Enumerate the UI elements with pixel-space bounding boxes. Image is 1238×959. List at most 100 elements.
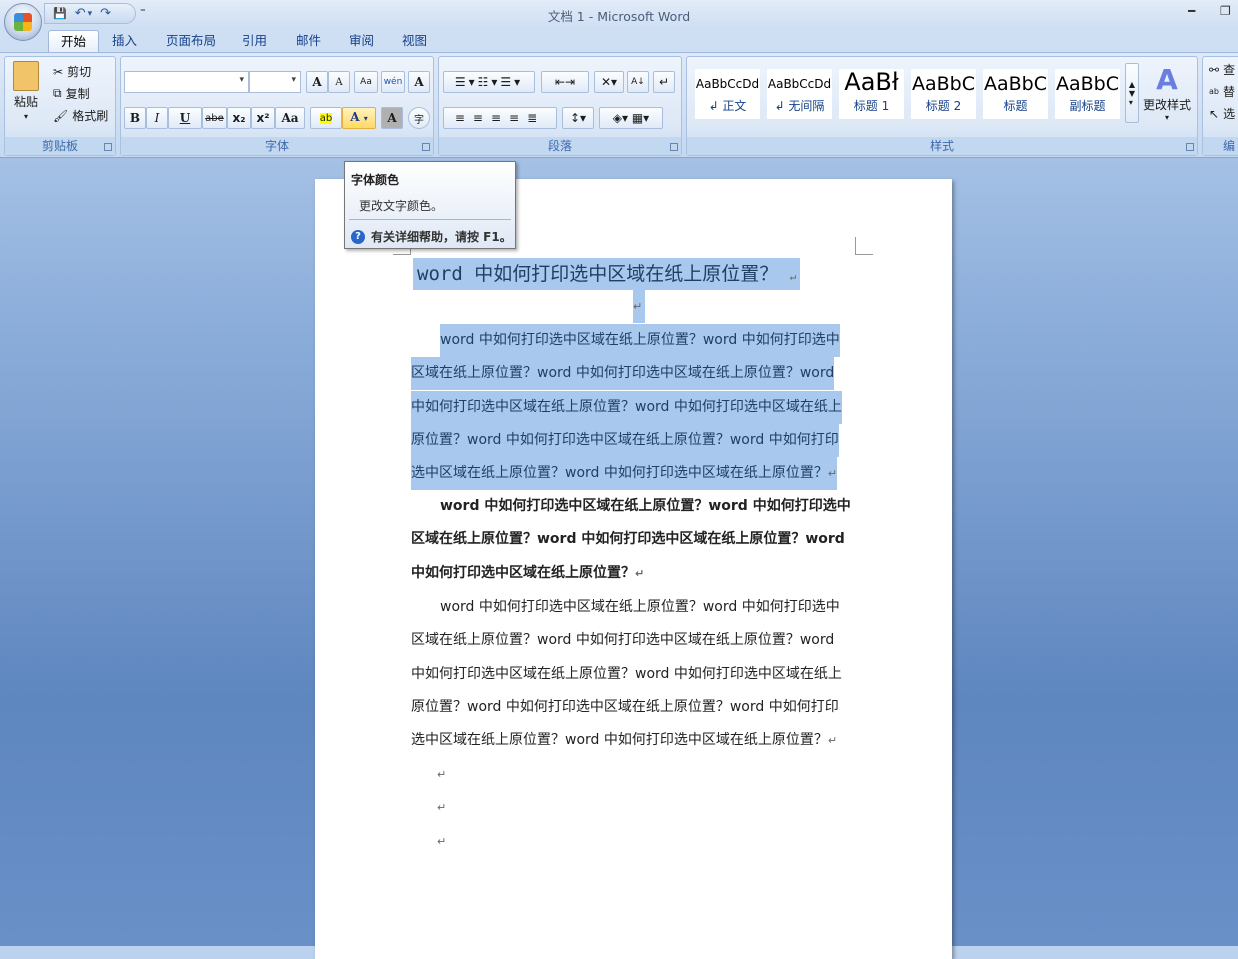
underline-button[interactable]: U bbox=[168, 107, 202, 129]
font-color-button[interactable]: A ▾ bbox=[342, 107, 376, 129]
paragraph-mark: ↵ bbox=[789, 270, 797, 283]
alignment-buttons[interactable]: ≡≡≡≡≣ bbox=[443, 107, 557, 129]
font-name-combo[interactable] bbox=[124, 71, 249, 93]
format-painter-button[interactable]: 🖌 格式刷 bbox=[53, 107, 108, 124]
tooltip-help-text: 有关详细帮助，请按 F1。 bbox=[371, 230, 512, 244]
paragraph-line: 中如何打印选中区域在纸上原位置？word 中如何打印选中区域在纸上 bbox=[411, 390, 842, 424]
quick-access-toolbar: 💾 ↶ ▾ ↷ bbox=[44, 3, 136, 24]
bold-button[interactable]: B bbox=[124, 107, 146, 129]
style-preview: AaBbC bbox=[1055, 73, 1119, 95]
shading-border-buttons[interactable]: ◈▾ ▦▾ bbox=[599, 107, 663, 129]
replace-button[interactable]: ab 替 bbox=[1209, 83, 1235, 100]
tab-review[interactable]: 审阅 bbox=[337, 30, 386, 53]
line-text: 选中区域在纸上原位置？word 中如何打印选中区域在纸上原位置？ bbox=[411, 465, 828, 482]
title-text: word 中如何打印选中区域在纸上原位置？ bbox=[417, 263, 779, 285]
char-border-button[interactable]: A bbox=[408, 71, 430, 93]
replace-icon: ab bbox=[1209, 87, 1219, 96]
pinyin-guide-button[interactable]: wén bbox=[381, 71, 405, 93]
tooltip-divider bbox=[349, 219, 511, 220]
redo-icon[interactable]: ↷ bbox=[100, 6, 111, 21]
style-name: 副标题 bbox=[1069, 99, 1106, 113]
cut-button[interactable]: ✂ 剪切 bbox=[53, 63, 91, 80]
customize-qat-icon[interactable]: ⁼ bbox=[140, 5, 146, 18]
copy-button[interactable]: ⧉ 复制 bbox=[53, 85, 90, 102]
paste-button[interactable]: 粘贴 ▾ bbox=[13, 61, 39, 121]
line-text: word 中如何打印选中区域在纸上原位置？word 中如何打印选中 bbox=[440, 498, 851, 514]
binoculars-icon: ⚯ bbox=[1209, 62, 1220, 77]
change-styles-label: 更改样式 bbox=[1143, 98, 1192, 112]
paragraph-launcher[interactable] bbox=[670, 143, 678, 151]
styles-launcher[interactable] bbox=[1186, 143, 1194, 151]
tab-insert[interactable]: 插入 bbox=[100, 30, 149, 53]
grow-font-button[interactable]: A bbox=[306, 71, 328, 93]
font-group-label: 字体 bbox=[121, 137, 433, 155]
empty-paragraph: ↵ bbox=[437, 791, 446, 824]
paragraph-line: 原位置？word 中如何打印选中区域在纸上原位置？word 中如何打印 bbox=[411, 691, 839, 724]
superscript-button[interactable]: x² bbox=[251, 107, 275, 129]
italic-button[interactable]: I bbox=[146, 107, 168, 129]
tab-view[interactable]: 视图 bbox=[390, 30, 439, 53]
brush-icon: 🖌 bbox=[53, 108, 69, 123]
style-name: 标题 1 bbox=[853, 99, 890, 113]
highlight-button[interactable]: ab bbox=[310, 107, 342, 129]
style-preview: AaBł bbox=[844, 69, 899, 96]
clipboard-launcher[interactable] bbox=[104, 143, 112, 151]
paragraph-mark: ↵ bbox=[827, 467, 838, 481]
indent-buttons[interactable]: ⇤⇥ bbox=[541, 71, 589, 93]
paste-label: 粘贴 bbox=[13, 95, 38, 109]
clipboard-group: 粘贴 ▾ ✂ 剪切 ⧉ 复制 🖌 格式刷 剪贴板 bbox=[4, 56, 116, 156]
font-launcher[interactable] bbox=[422, 143, 430, 151]
paragraph-line: 中如何打印选中区域在纸上原位置？↵ bbox=[411, 557, 644, 590]
line-text: 区域在纸上原位置？word 中如何打印选中区域在纸上原位置？word bbox=[411, 365, 835, 382]
save-icon[interactable]: 💾 bbox=[53, 7, 67, 20]
enclose-chars-button[interactable]: 字 bbox=[408, 107, 430, 129]
line-spacing-button[interactable]: ↕▾ bbox=[562, 107, 594, 129]
restore-button[interactable]: ❐ bbox=[1220, 4, 1231, 18]
asian-layout-button[interactable]: ✕▾ bbox=[594, 71, 624, 93]
line-text: 中如何打印选中区域在纸上原位置？word 中如何打印选中区域在纸上 bbox=[411, 398, 842, 415]
change-case-button[interactable]: Aa bbox=[275, 107, 305, 129]
replace-label: 替 bbox=[1222, 85, 1235, 99]
style-preview: AaBbCcDd bbox=[767, 77, 832, 91]
sort-button[interactable]: A↓ bbox=[627, 71, 649, 93]
show-marks-button[interactable]: ↵ bbox=[653, 71, 675, 93]
font-group: A A Aa wén A B I U abe x₂ x² Aa ab A ▾ A… bbox=[120, 56, 434, 156]
paragraph-line: 中如何打印选中区域在纸上原位置？word 中如何打印选中区域在纸上 bbox=[411, 658, 842, 691]
strikethrough-button[interactable]: abe bbox=[202, 107, 227, 129]
paragraph-line: 区域在纸上原位置？word 中如何打印选中区域在纸上原位置？word bbox=[411, 523, 845, 556]
style-normal[interactable]: AaBbCcDd ↲ 正文 bbox=[695, 69, 760, 119]
find-button[interactable]: ⚯ 查 bbox=[1209, 61, 1235, 78]
undo-dropdown-icon[interactable]: ▾ bbox=[88, 9, 93, 19]
tab-home[interactable]: 开始 bbox=[48, 30, 100, 53]
style-heading-2[interactable]: AaBbC 标题 2 bbox=[911, 69, 976, 119]
tooltip-description: 更改文字颜色。 bbox=[359, 199, 444, 213]
style-heading-1[interactable]: AaBł 标题 1 bbox=[839, 69, 904, 119]
minimize-button[interactable]: ━ bbox=[1188, 4, 1195, 18]
styles-scrollbar[interactable]: ▲ ▼ ▾ bbox=[1125, 63, 1139, 123]
tab-mailings[interactable]: 邮件 bbox=[284, 30, 333, 53]
tab-page-layout[interactable]: 页面布局 bbox=[154, 30, 228, 53]
style-name: 标题 bbox=[1003, 99, 1028, 113]
select-button[interactable]: ↖ 选 bbox=[1209, 105, 1235, 122]
document-page[interactable]: word 中如何打印选中区域在纸上原位置？ ↵ ↵ word 中如何打印选中区域… bbox=[315, 179, 952, 959]
list-buttons[interactable]: ☰▾☷▾☰▾ bbox=[443, 71, 535, 93]
style-no-spacing[interactable]: AaBbCcDd ↲ 无间隔 bbox=[767, 69, 832, 119]
char-shading-button[interactable]: A bbox=[381, 107, 403, 129]
subscript-button[interactable]: x₂ bbox=[227, 107, 251, 129]
style-name: 标题 2 bbox=[925, 99, 962, 113]
clear-format-button[interactable]: Aa bbox=[354, 71, 378, 93]
undo-icon[interactable]: ↶ bbox=[75, 6, 86, 21]
empty-paragraph: ↵ bbox=[633, 290, 645, 323]
find-label: 查 bbox=[1223, 63, 1236, 77]
font-size-combo[interactable] bbox=[249, 71, 301, 93]
tab-references[interactable]: 引用 bbox=[230, 30, 279, 53]
office-button[interactable] bbox=[4, 3, 42, 41]
change-styles-button[interactable]: A 更改样式 ▾ bbox=[1143, 63, 1191, 122]
font-color-icon: A bbox=[350, 110, 360, 127]
style-title[interactable]: AaBbC 标题 bbox=[983, 69, 1048, 119]
shrink-font-button[interactable]: A bbox=[328, 71, 350, 93]
style-name: ↲ 正文 bbox=[708, 99, 747, 113]
paragraph-line: 区域在纸上原位置？word 中如何打印选中区域在纸上原位置？word bbox=[411, 357, 835, 391]
style-subtitle[interactable]: AaBbC 副标题 bbox=[1055, 69, 1120, 119]
format-painter-label: 格式刷 bbox=[72, 109, 109, 123]
